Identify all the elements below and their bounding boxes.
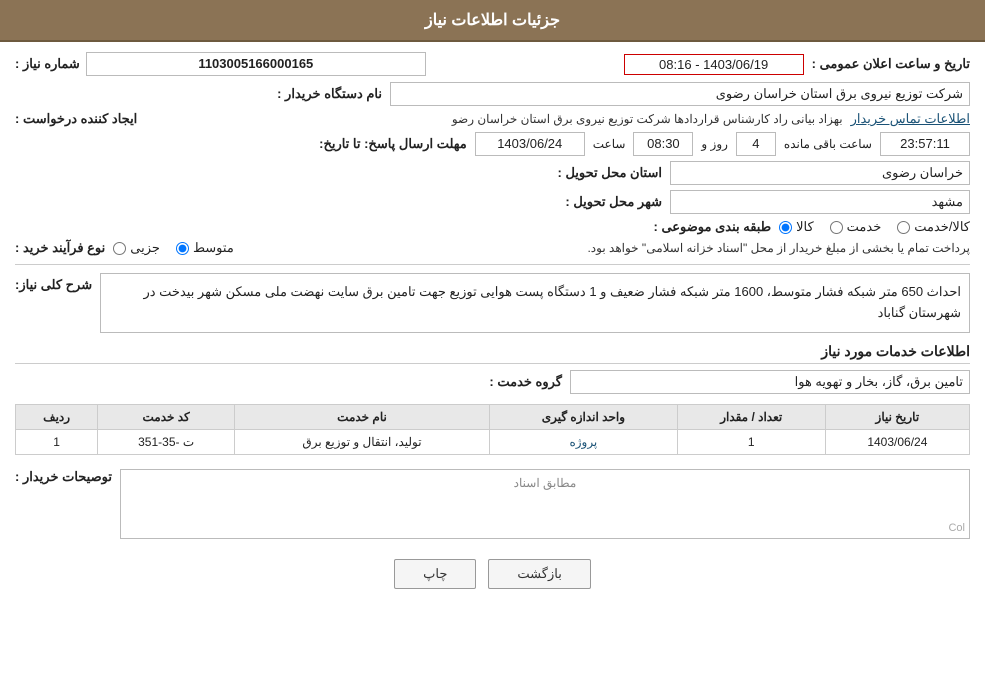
remaining-days-value: 4 bbox=[736, 132, 776, 156]
category-label: طبقه بندی موضوعی : bbox=[654, 219, 772, 235]
purchase-radio-2[interactable] bbox=[176, 242, 189, 255]
remaining-time-value: 23:57:11 bbox=[880, 132, 970, 156]
top-row: تاریخ و ساعت اعلان عمومی : 1403/06/19 - … bbox=[15, 52, 970, 76]
print-button[interactable]: چاپ bbox=[394, 559, 476, 589]
purchase-type-label: نوع فرآیند خرید : bbox=[15, 240, 105, 256]
purchase-label-1: جزیی bbox=[130, 240, 160, 256]
purchase-label-2: متوسط bbox=[193, 240, 234, 256]
remaining-days-label: روز و bbox=[701, 137, 728, 151]
remaining-time-label: ساعت باقی مانده bbox=[784, 137, 872, 151]
buyer-name-value: شرکت توزیع نیروی برق استان خراسان رضوی bbox=[390, 82, 970, 106]
send-date-value: 1403/06/24 bbox=[475, 132, 585, 156]
category-row: کالا/خدمت خدمت کالا طبقه بندی موضوعی : bbox=[15, 219, 970, 235]
need-number-label: شماره نیاز : bbox=[15, 56, 80, 72]
main-content: تاریخ و ساعت اعلان عمومی : 1403/06/19 - … bbox=[0, 42, 985, 609]
buyer-name-row: شرکت توزیع نیروی برق استان خراسان رضوی ن… bbox=[15, 82, 970, 106]
cell-qty: 1 bbox=[677, 430, 825, 455]
category-option-3[interactable]: کالا/خدمت bbox=[897, 219, 970, 235]
page-title: جزئیات اطلاعات نیاز bbox=[425, 12, 560, 29]
services-table-section: تاریخ نیاز تعداد / مقدار واحد اندازه گیر… bbox=[15, 404, 970, 455]
purchase-radio-group: متوسط جزیی bbox=[113, 240, 234, 256]
service-group-row: تامین برق، گاز، بخار و تهویه هوا گروه خد… bbox=[15, 370, 970, 394]
description-value: احداث 650 متر شبکه فشار متوسط، 1600 متر … bbox=[100, 273, 970, 333]
service-group-value: تامین برق، گاز، بخار و تهویه هوا bbox=[570, 370, 970, 394]
buttons-row: بازگشت چاپ bbox=[15, 559, 970, 589]
divider-1 bbox=[15, 264, 970, 265]
col-row: ردیف bbox=[16, 405, 98, 430]
col-service-code: کد خدمت bbox=[98, 405, 235, 430]
announce-date-block: تاریخ و ساعت اعلان عمومی : 1403/06/19 - … bbox=[624, 54, 970, 75]
page-wrapper: جزئیات اطلاعات نیاز تاریخ و ساعت اعلان ع… bbox=[0, 0, 985, 691]
send-date-label: مهلت ارسال پاسخ: تا تاریخ: bbox=[319, 136, 467, 152]
category-label-1: کالا bbox=[796, 219, 814, 235]
creator-label: ایجاد کننده درخواست : bbox=[15, 111, 137, 127]
announce-date-value: 1403/06/19 - 08:16 bbox=[624, 54, 804, 75]
cell-date: 1403/06/24 bbox=[825, 430, 969, 455]
col-unit: واحد اندازه گیری bbox=[490, 405, 678, 430]
need-number-block: 1103005166000165 شماره نیاز : bbox=[15, 52, 426, 76]
description-label: شرح کلی نیاز: bbox=[15, 277, 92, 293]
purchase-option-2[interactable]: متوسط bbox=[176, 240, 234, 256]
back-button[interactable]: بازگشت bbox=[488, 559, 590, 589]
province-label: استان محل تحویل : bbox=[558, 165, 663, 181]
category-radio-3[interactable] bbox=[897, 221, 910, 234]
city-value: مشهد bbox=[670, 190, 970, 214]
send-time-value: 08:30 bbox=[633, 132, 693, 156]
table-header-row: تاریخ نیاز تعداد / مقدار واحد اندازه گیر… bbox=[16, 405, 970, 430]
buyer-desc-placeholder: مطابق اسناد bbox=[127, 476, 963, 490]
services-table: تاریخ نیاز تعداد / مقدار واحد اندازه گیر… bbox=[15, 404, 970, 455]
category-label-2: خدمت bbox=[847, 219, 882, 235]
announce-date-label: تاریخ و ساعت اعلان عمومی : bbox=[812, 56, 970, 72]
city-row: مشهد شهر محل تحویل : bbox=[15, 190, 970, 214]
table-body: 1403/06/24 1 پروژه تولید، انتقال و توزیع… bbox=[16, 430, 970, 455]
cell-row: 1 bbox=[16, 430, 98, 455]
buyer-name-label: نام دستگاه خریدار : bbox=[277, 86, 382, 102]
col-date: تاریخ نیاز bbox=[825, 405, 969, 430]
table-row: 1403/06/24 1 پروژه تولید، انتقال و توزیع… bbox=[16, 430, 970, 455]
category-radio-group: کالا/خدمت خدمت کالا bbox=[779, 219, 970, 235]
need-number-value: 1103005166000165 bbox=[86, 52, 426, 76]
table-header: تاریخ نیاز تعداد / مقدار واحد اندازه گیر… bbox=[16, 405, 970, 430]
category-radio-1[interactable] bbox=[779, 221, 792, 234]
creator-row: اطلاعات تماس خریدار بهزاد بیانی راد کارش… bbox=[15, 111, 970, 127]
cell-service-name: تولید، انتقال و توزیع برق bbox=[235, 430, 490, 455]
buyer-desc-box: مطابق اسناد Col bbox=[120, 469, 970, 539]
col-badge: Col bbox=[948, 522, 965, 534]
buyer-desc-section: مطابق اسناد Col توصیحات خریدار : bbox=[15, 465, 970, 543]
description-section: احداث 650 متر شبکه فشار متوسط، 1600 متر … bbox=[15, 273, 970, 333]
col-service-name: نام خدمت bbox=[235, 405, 490, 430]
purchase-row: پرداخت تمام یا بخشی از مبلغ خریدار از مح… bbox=[15, 240, 970, 256]
cell-unit: پروژه bbox=[490, 430, 678, 455]
send-date-row: 23:57:11 ساعت باقی مانده 4 روز و 08:30 س… bbox=[15, 132, 970, 156]
category-radio-2[interactable] bbox=[830, 221, 843, 234]
services-section-title: اطلاعات خدمات مورد نیاز bbox=[15, 343, 970, 364]
province-row: خراسان رضوی استان محل تحویل : bbox=[15, 161, 970, 185]
cell-service-code: ت -35-351 bbox=[98, 430, 235, 455]
send-time-label: ساعت bbox=[593, 137, 626, 151]
purchase-radio-1[interactable] bbox=[113, 242, 126, 255]
page-header: جزئیات اطلاعات نیاز bbox=[0, 0, 985, 42]
creator-value: بهزاد بیانی راد کارشناس قراردادها شرکت ت… bbox=[145, 112, 842, 126]
col-qty: تعداد / مقدار bbox=[677, 405, 825, 430]
buyer-desc-label: توصیحات خریدار : bbox=[15, 469, 112, 485]
creator-link[interactable]: اطلاعات تماس خریدار bbox=[851, 111, 970, 127]
purchase-option-1[interactable]: جزیی bbox=[113, 240, 160, 256]
category-label-3: کالا/خدمت bbox=[914, 219, 970, 235]
category-option-2[interactable]: خدمت bbox=[830, 219, 882, 235]
service-group-label: گروه خدمت : bbox=[489, 374, 562, 390]
city-label: شهر محل تحویل : bbox=[565, 194, 662, 210]
purchase-note: پرداخت تمام یا بخشی از مبلغ خریدار از مح… bbox=[244, 241, 970, 255]
province-value: خراسان رضوی bbox=[670, 161, 970, 185]
category-option-1[interactable]: کالا bbox=[779, 219, 814, 235]
